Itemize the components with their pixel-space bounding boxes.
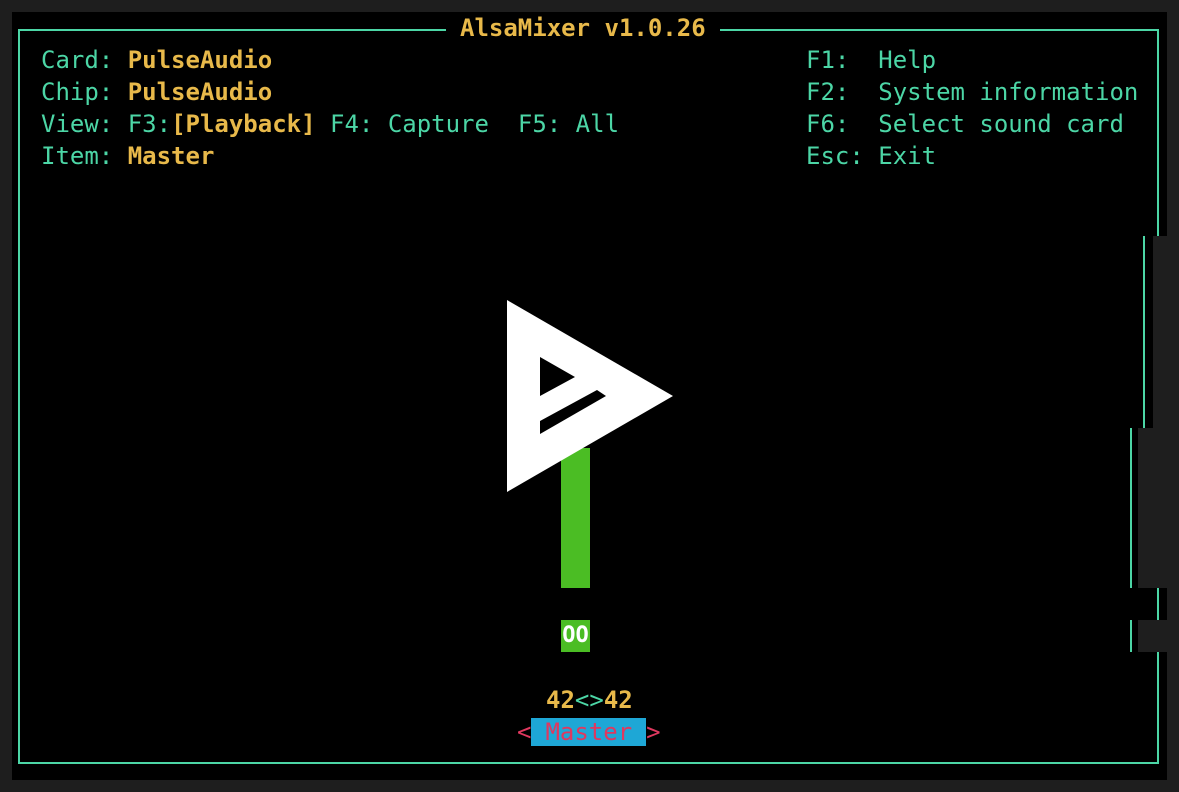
scroll-gap [1138,620,1167,652]
item-label: Item: [41,142,114,170]
shortcut-help[interactable]: F1: Help [806,44,936,76]
chip-label: Chip: [41,78,114,106]
item-value: Master [127,142,215,170]
chip-value: PulseAudio [127,78,273,106]
scroll-gap [1153,236,1167,428]
card-row: Card: PulseAudio [41,44,272,76]
shortcut-action: Help [878,46,937,74]
scroll-edge-line [1130,620,1132,652]
view-playback-tab[interactable]: [Playback] [171,110,316,138]
channel-right-arrow[interactable]: > [646,718,660,746]
channel-left-arrow[interactable]: < [517,718,531,746]
view-all-tab[interactable]: F5: All [518,110,619,138]
play-logo-icon [507,300,673,492]
shortcut-action: Exit [878,142,937,170]
shortcut-key: F2: [806,78,850,106]
level-left: 42 [546,686,575,714]
shortcut-exit[interactable]: Esc: Exit [806,140,936,172]
mute-indicator[interactable]: OO [561,620,590,652]
volume-levels: 42<>42 [546,684,633,716]
terminal-window: AlsaMixer v1.0.26 Card: PulseAudio Chip:… [12,12,1167,780]
shortcut-action: System information [878,78,1139,106]
shortcut-key: F1: [806,46,850,74]
channel-name[interactable]: Master [531,718,647,746]
scroll-edge-line [1143,236,1145,428]
shortcut-key: Esc: [806,142,864,170]
scroll-gap [1138,428,1167,588]
level-separator: <> [574,686,604,714]
view-row: View: F3:[Playback] F4: Capture F5: All [41,108,619,140]
window-title: AlsaMixer v1.0.26 [446,12,720,44]
level-right: 42 [603,686,633,714]
chip-row: Chip: PulseAudio [41,76,272,108]
item-row: Item: Master [41,140,214,172]
shortcut-system-info[interactable]: F2: System information [806,76,1138,108]
view-capture-tab[interactable]: F4: Capture [330,110,489,138]
scroll-edge-line [1130,428,1132,588]
view-label: View: [41,110,114,138]
view-f3-key[interactable]: F3: [128,110,171,138]
channel-selector[interactable]: < Master > [517,716,661,748]
shortcut-action: Select sound card [878,110,1124,138]
shortcut-key: F6: [806,110,850,138]
shortcut-sound-card[interactable]: F6: Select sound card [806,108,1124,140]
card-label: Card: [41,46,114,74]
card-value: PulseAudio [127,46,273,74]
